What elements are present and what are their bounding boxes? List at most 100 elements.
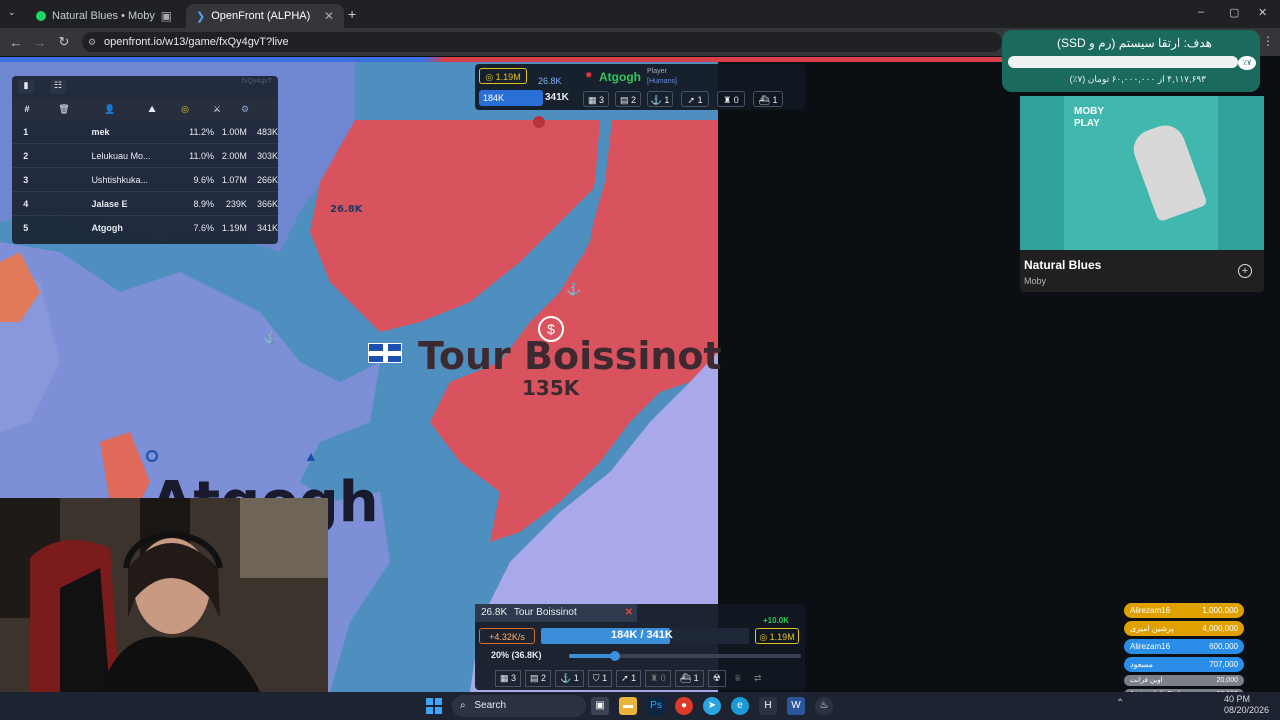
player-name: Atgogh <box>91 223 123 233</box>
search-box[interactable]: ⌕ Search <box>452 695 586 717</box>
new-tab-button[interactable]: + <box>348 6 356 22</box>
attack-control-panel: 26.8K Tour Boissinot ✕ +10.0K +4.32K/s 1… <box>475 604 805 690</box>
webcam-image <box>0 498 328 692</box>
nuke-icon[interactable]: ☢ <box>707 669 726 687</box>
gold-coin-icon[interactable]: $ <box>538 316 564 342</box>
leaderboard-row[interactable]: 4 Jalase E 8.9% 239K 366K <box>12 192 278 216</box>
donor-entry: Alirezam16 1,000,000 <box>1124 603 1244 618</box>
now-playing-widget: MOBY PLAY Natural Blues Moby + <box>1020 96 1264 292</box>
tab-list-icon[interactable]: ⌄ <box>8 7 16 18</box>
troop-ratio-bar: 184K / 341K <box>541 628 749 644</box>
tab-openfront[interactable]: ❯ OpenFront (ALPHA) ✕ <box>186 4 344 28</box>
factory-count: ▤ 2 <box>615 91 641 107</box>
territory-pct: 9.6% <box>193 174 214 185</box>
word-icon[interactable]: W <box>787 697 805 715</box>
tab-natural-blues[interactable]: Natural Blues • Moby ▣ <box>26 4 182 28</box>
trade-icon[interactable]: ⇄ <box>750 671 766 686</box>
troops: 483K <box>256 126 278 137</box>
donor-entry: Alirezam16 600,000 <box>1124 639 1244 654</box>
chrome-icon[interactable]: ● <box>675 697 693 715</box>
telegram-icon[interactable]: ➤ <box>703 697 721 715</box>
minimize-button[interactable]: – <box>1198 6 1204 18</box>
donor-entry: مسعود 707,000 <box>1124 657 1244 672</box>
player-name: Lelukuau Mo... <box>91 150 151 161</box>
attack-ratio-slider[interactable] <box>569 651 801 661</box>
close-icon[interactable]: ▣ <box>161 9 172 23</box>
browser-tab-bar: Natural Blues • Moby ▣ ❯ OpenFront (ALPH… <box>0 0 1280 28</box>
clock-time: 40 PM <box>1224 694 1251 704</box>
close-icon[interactable]: ✕ <box>324 9 334 23</box>
chart-icon[interactable]: ▮ <box>18 80 34 94</box>
build-city-button[interactable]: ▦ 3 <box>495 669 522 687</box>
donor-entry: اوین فرانت 20,000 <box>1124 675 1244 686</box>
spotify-icon <box>36 11 46 21</box>
build-port-button[interactable]: ⚓ 1 <box>555 669 584 687</box>
gold-value: 1.19M <box>495 72 521 82</box>
flag-icon <box>368 343 402 363</box>
target-troops: 26.8K <box>481 607 508 618</box>
slider-thumb[interactable] <box>610 651 621 661</box>
url-field[interactable]: ⚙ openfront.io/w13/game/fxQy4gvT?live <box>82 32 1002 52</box>
photoshop-icon[interactable]: Ps <box>647 697 665 715</box>
trophy-icon[interactable]: ♕ <box>730 671 746 686</box>
track-artist: Moby <box>1024 276 1047 286</box>
close-icon[interactable]: ✕ <box>625 604 633 622</box>
file-explorer-icon[interactable]: ▬ <box>619 697 637 715</box>
url-text: openfront.io/w13/game/fxQy4gvT?live <box>104 36 289 48</box>
add-icon[interactable]: + <box>1238 264 1252 278</box>
steam-icon[interactable]: ♨ <box>815 697 833 715</box>
troops-rate: 26.8K <box>538 76 562 86</box>
build-sam-button[interactable]: ♜ 0 <box>645 669 671 687</box>
edge-icon[interactable]: e <box>731 697 749 715</box>
build-missile-button[interactable]: ➚ 1 <box>616 669 642 687</box>
gold: 1.19M <box>221 223 247 233</box>
small-troops-label: 26.8K <box>330 204 363 215</box>
system-tray-chevron-icon[interactable]: ⌃ <box>1116 698 1124 709</box>
taskbar: ⌕ Search ▣ ▬ Ps ● ➤ e H W ♨ ⌃ 40 PM 08/2… <box>0 692 1280 720</box>
troops: 366K <box>256 198 278 209</box>
team-icon[interactable]: ☷ <box>50 80 66 94</box>
maximize-button[interactable]: ▢ <box>1229 6 1239 19</box>
troops-sort-icon[interactable]: ⚔ <box>200 104 234 115</box>
troop-ratio-text: 184K / 341K <box>611 629 673 641</box>
player-type: Player <box>647 68 667 75</box>
territory-pct: 8.9% <box>193 198 214 209</box>
troops-value: 184K <box>483 93 505 103</box>
port-icon: ⚓ <box>566 282 581 296</box>
goal-percent: ٪۷ <box>1238 56 1256 70</box>
build-factory-button[interactable]: ▤ 2 <box>525 669 552 687</box>
forward-icon[interactable]: → <box>28 35 52 50</box>
territory-name-label: Tour Boissinot <box>418 334 722 378</box>
target-name: Tour Boissinot <box>513 607 577 618</box>
income-value: +10.0K <box>763 616 790 625</box>
city-icon <box>533 116 545 128</box>
site-info-icon[interactable]: ⚙ <box>88 32 96 52</box>
player-icon[interactable]: 👤 <box>86 104 134 115</box>
leaderboard-row[interactable]: 3 Ushtishkuka... 9.6% 1.07M 266K <box>12 168 278 192</box>
sam-count: ♜ 0 <box>717 91 745 107</box>
close-window-button[interactable]: ✕ <box>1258 6 1267 19</box>
build-defense-button[interactable]: ⛉ 1 <box>587 669 613 687</box>
app-h-icon[interactable]: H <box>759 697 777 715</box>
settings-icon[interactable]: ⚙ <box>234 104 256 115</box>
search-label: Search <box>474 700 507 711</box>
player-team: [Humans] <box>647 78 677 85</box>
back-icon[interactable]: ← <box>4 35 28 50</box>
start-icon[interactable] <box>426 698 442 714</box>
player-name: Jalase E <box>91 198 128 209</box>
build-warship-button[interactable]: ⛴ 1 <box>674 669 704 687</box>
rank-header[interactable]: # <box>12 104 42 114</box>
reload-icon[interactable]: ↻ <box>52 34 76 50</box>
menu-icon[interactable]: ⋮ <box>1262 34 1274 48</box>
leaderboard-row[interactable]: 5 Atgogh 7.6% 1.19M 341K <box>12 216 278 240</box>
gold: 1.07M <box>221 174 247 185</box>
leaderboard-row[interactable]: 2 Lelukuau Mo... 11.0% 2.00M 303K <box>12 144 278 168</box>
task-view-icon[interactable]: ▣ <box>591 697 609 715</box>
player-name: mek <box>91 126 110 137</box>
tiles-sort-icon[interactable]: ⛰ <box>134 104 170 115</box>
leaderboard-row[interactable]: 1 mek 11.2% 1.00M 483K <box>12 120 278 144</box>
trash-icon[interactable]: 🗑 <box>42 104 86 115</box>
rank: 4 <box>23 198 29 209</box>
gold-sort-icon[interactable]: ◎ <box>170 104 200 115</box>
warship-count: ⛴ 1 <box>753 91 783 107</box>
